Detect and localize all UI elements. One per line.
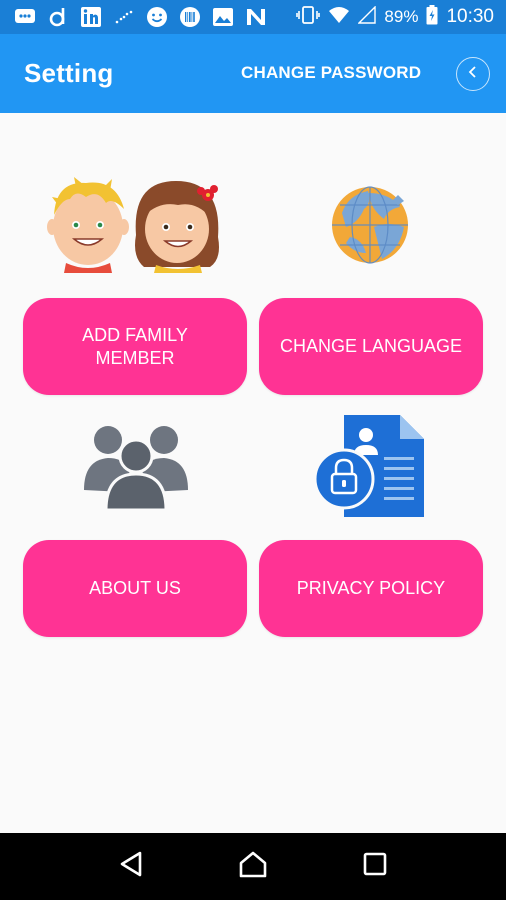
vibrate-icon xyxy=(296,5,321,30)
image-icon xyxy=(212,6,234,28)
privacy-document-icon xyxy=(312,413,428,521)
page-title: Setting xyxy=(24,58,114,88)
group-people-icon xyxy=(80,420,192,512)
nav-recents-button[interactable] xyxy=(355,847,395,887)
add-family-member-button[interactable]: ADD FAMILY MEMBER xyxy=(23,298,247,395)
linkedin-icon xyxy=(80,6,102,28)
d-app-icon xyxy=(47,6,69,28)
battery-icon xyxy=(426,4,438,30)
about-us-button[interactable]: ABOUT US xyxy=(23,540,247,637)
privacy-policy-button[interactable]: PRIVACY POLICY xyxy=(259,540,483,637)
recents-square-icon xyxy=(362,851,388,882)
change-password-button[interactable]: CHANGE PASSWORD xyxy=(241,63,421,83)
chevron-left-icon xyxy=(466,64,480,85)
notification-icons xyxy=(14,6,267,28)
home-icon xyxy=(238,850,268,883)
clock-time: 10:30 xyxy=(446,6,494,27)
smiley-icon xyxy=(146,6,168,28)
status-bar: 89% 10:30 xyxy=(0,0,506,34)
back-triangle-icon xyxy=(118,850,144,883)
app-bar: Setting CHANGE PASSWORD xyxy=(0,34,506,113)
system-status: 89% 10:30 xyxy=(296,4,494,30)
signal-icon xyxy=(357,4,377,29)
wifi-icon xyxy=(328,6,350,29)
system-navigation-bar xyxy=(0,833,506,900)
family-kids-icon xyxy=(46,175,228,273)
n-app-icon xyxy=(245,6,267,28)
battery-percentage: 89% xyxy=(384,7,419,26)
dotted-line-icon xyxy=(113,6,135,28)
change-language-button[interactable]: CHANGE LANGUAGE xyxy=(259,298,483,395)
messages-icon xyxy=(14,6,36,28)
nav-back-button[interactable] xyxy=(111,847,151,887)
barcode-icon xyxy=(179,6,201,28)
globe-language-icon xyxy=(328,183,412,267)
nav-home-button[interactable] xyxy=(233,847,273,887)
back-button[interactable] xyxy=(456,57,490,91)
settings-content: ADD FAMILY MEMBER CHANGE LANGUAGE ABOUT … xyxy=(0,113,506,833)
